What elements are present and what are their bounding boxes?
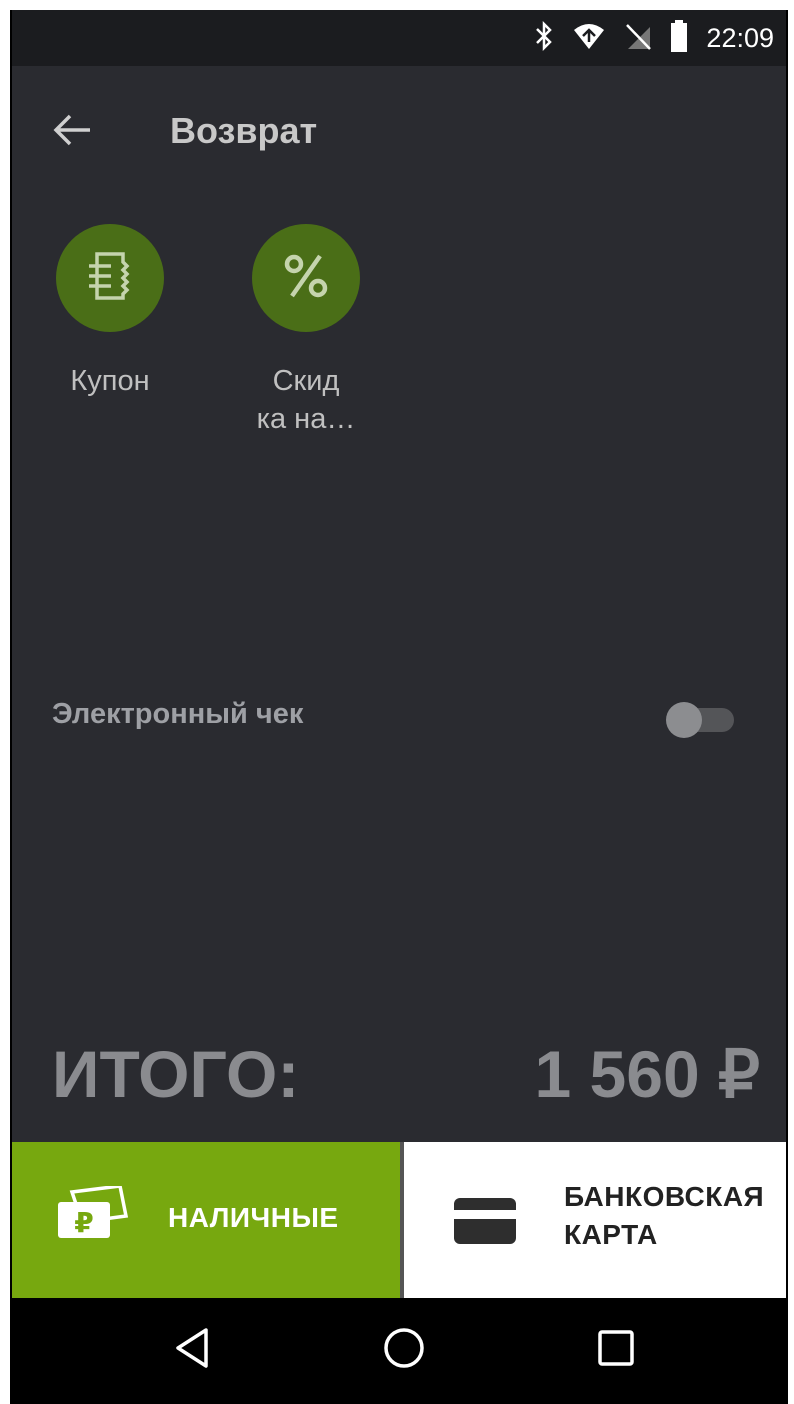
toggle-thumb [666, 702, 702, 738]
cash-icon: ₽ [54, 1184, 130, 1251]
status-icons: 22:09 [534, 19, 774, 57]
e-receipt-row: Электронный чек [52, 688, 742, 748]
app-screen: 22:09 Возврат Купон Скид ка на… Электрон… [10, 10, 788, 1404]
no-sim-icon [624, 21, 652, 56]
bluetooth-icon [534, 20, 554, 56]
cash-payment-button[interactable]: ₽ НАЛИЧНЫЕ [12, 1142, 400, 1298]
app-bar: Возврат [12, 66, 786, 190]
svg-text:₽: ₽ [74, 1206, 93, 1239]
coupon-button[interactable] [56, 224, 164, 332]
nav-recents-button[interactable] [584, 1318, 648, 1382]
home-circle-icon [382, 1326, 426, 1375]
e-receipt-toggle[interactable] [666, 702, 736, 738]
cash-label: НАЛИЧНЫЕ [168, 1202, 339, 1233]
total-value: 1 560 ₽ [534, 1037, 761, 1111]
back-triangle-icon [172, 1326, 212, 1375]
device-frame: 22:09 Возврат Купон Скид ка на… Электрон… [0, 0, 794, 1404]
back-button[interactable] [48, 108, 96, 156]
page-title: Возврат [170, 110, 318, 151]
system-nav-bar [12, 1298, 786, 1404]
credit-card-icon [454, 1198, 516, 1249]
total-row: ИТОГО: 1 560 ₽ [52, 1036, 760, 1116]
battery-icon [670, 19, 688, 57]
percent-icon [278, 248, 334, 309]
discount-button[interactable] [252, 224, 360, 332]
coupon-tile[interactable]: Купон [40, 224, 180, 400]
coupon-label: Купон [70, 365, 150, 397]
wifi-icon [572, 21, 606, 56]
total-label: ИТОГО: [52, 1037, 300, 1111]
nav-home-button[interactable] [372, 1318, 436, 1382]
e-receipt-label: Электронный чек [52, 698, 304, 730]
coupon-receipt-icon [85, 248, 135, 309]
card-payment-button[interactable]: БАНКОВСКАЯ КАРТА [404, 1142, 786, 1298]
status-time: 22:09 [706, 22, 774, 53]
nav-back-button[interactable] [160, 1318, 224, 1382]
status-bar: 22:09 [12, 10, 786, 66]
card-label: БАНКОВСКАЯ КАРТА [564, 1181, 765, 1250]
arrow-left-icon [52, 114, 92, 151]
discount-tile[interactable]: Скид ка на… [236, 224, 376, 438]
discount-label: Скид ка на… [256, 365, 356, 435]
recents-square-icon [596, 1328, 636, 1373]
